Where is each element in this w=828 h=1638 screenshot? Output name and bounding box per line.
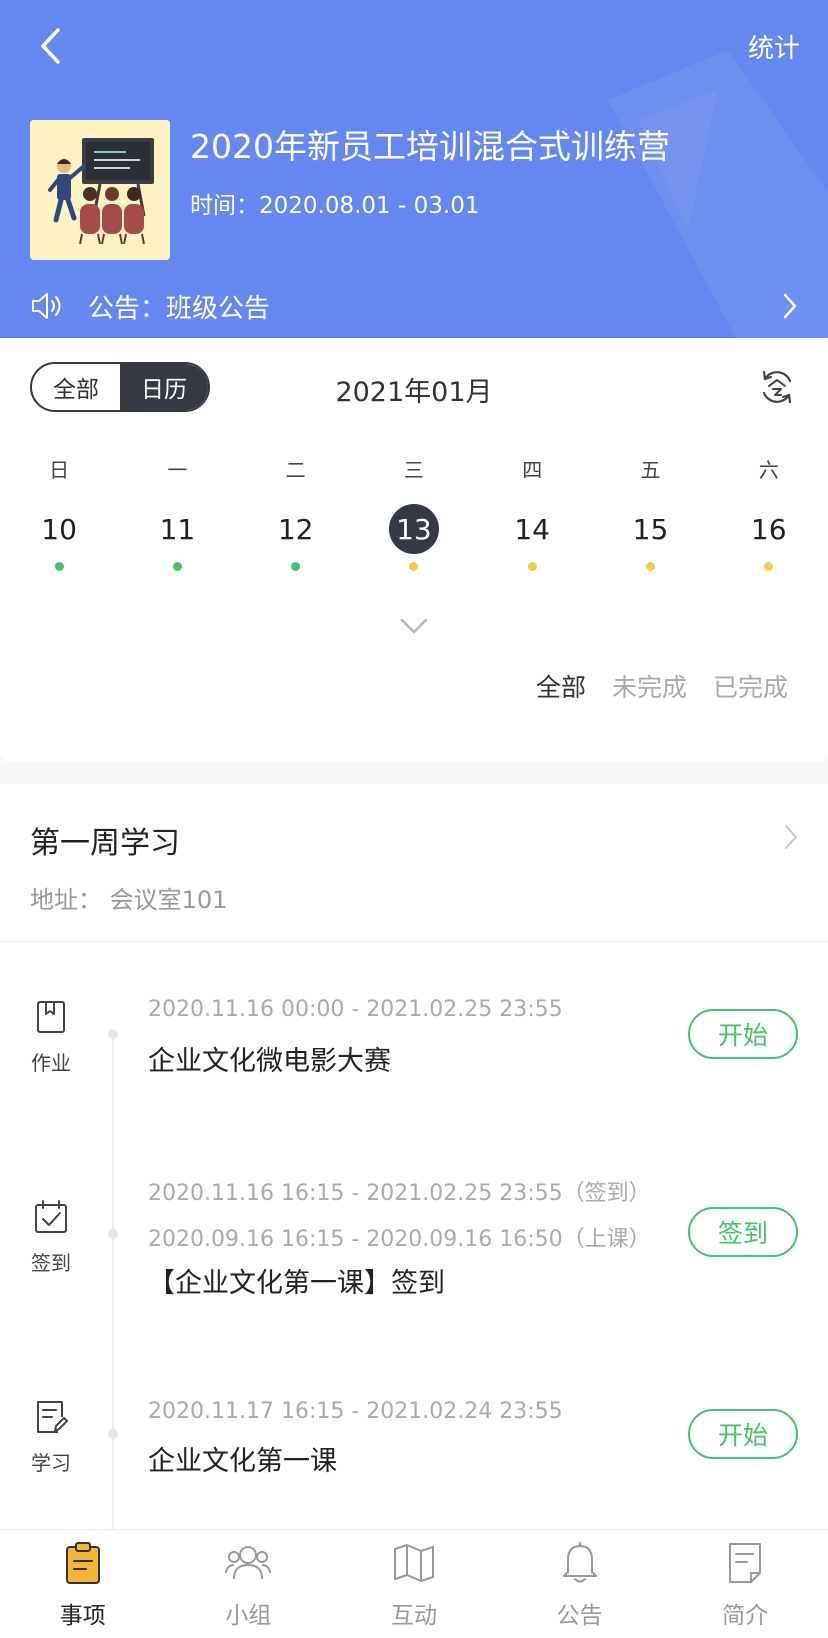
tab-intro[interactable]: 简介 xyxy=(662,1530,828,1638)
timeline-dot xyxy=(108,1229,118,1239)
task-time: 2020.11.16 16:15 - 2021.02.25 23:55（签到） xyxy=(148,1181,651,1206)
expand-calendar-button[interactable] xyxy=(397,614,431,638)
filter-all[interactable]: 全部 xyxy=(536,668,586,704)
date-cell[interactable]: 11 xyxy=(118,500,236,580)
course-cover-image xyxy=(30,120,170,260)
timeline-dot xyxy=(108,1029,118,1039)
date-cell-selected[interactable]: 13 xyxy=(355,500,473,580)
weekday-label: 五 xyxy=(640,458,661,482)
course-time: 时间：2020.08.01 - 03.01 xyxy=(190,193,480,219)
checkin-button[interactable]: 签到 xyxy=(688,1207,798,1257)
today-button[interactable] xyxy=(756,366,798,408)
chevron-right-icon xyxy=(785,825,797,849)
tab-interaction[interactable]: 互动 xyxy=(331,1530,497,1638)
status-filter: 全部 未完成 已完成 xyxy=(536,668,788,704)
chevron-left-icon xyxy=(41,28,60,64)
status-dot xyxy=(527,562,537,571)
course-header: 统计 2020年新员工培训混合式训练营 时间：2020.08.01 - 03.0… xyxy=(0,0,828,338)
bookmark-icon xyxy=(37,1001,65,1033)
task-timeline: 作业 2020.11.16 00:00 - 2021.02.25 23:55 企… xyxy=(0,943,828,1533)
tab-label: 小组 xyxy=(225,1603,272,1629)
map-icon xyxy=(391,1540,437,1586)
calendar-check-icon xyxy=(35,1200,67,1233)
tab-label: 互动 xyxy=(390,1603,437,1629)
task-time: 2020.11.16 00:00 - 2021.02.25 23:55 xyxy=(148,997,563,1022)
task-type-label: 学习 xyxy=(31,1451,71,1475)
weekday-header: 日 一 二 三 四 五 六 xyxy=(0,454,828,483)
weekday-label: 六 xyxy=(758,458,779,482)
weekday-label: 三 xyxy=(403,458,424,482)
status-dot xyxy=(54,562,64,571)
date-number: 12 xyxy=(277,512,314,546)
filter-incomplete[interactable]: 未完成 xyxy=(612,668,687,704)
date-cell[interactable]: 14 xyxy=(473,500,591,580)
weekday-label: 二 xyxy=(285,458,306,482)
date-cell[interactable]: 16 xyxy=(710,500,828,580)
tab-items[interactable]: 事项 xyxy=(0,1530,166,1638)
clipboard-icon xyxy=(60,1540,106,1586)
status-dot xyxy=(291,562,301,571)
status-dot xyxy=(764,562,774,571)
task-type: 学习 xyxy=(26,1399,76,1476)
status-dot xyxy=(409,562,419,571)
notice-bar[interactable]: 公告：班级公告 xyxy=(0,282,828,330)
date-number: 16 xyxy=(750,512,787,546)
date-row: 10 11 12 13 14 15 16 xyxy=(0,500,828,580)
date-cell[interactable]: 15 xyxy=(591,500,709,580)
task-time: 2020.11.17 16:15 - 2021.02.24 23:55 xyxy=(148,1399,563,1424)
section-divider xyxy=(0,762,828,784)
view-tab-all[interactable]: 全部 xyxy=(32,364,120,410)
weekday-label: 日 xyxy=(49,458,70,482)
task-name[interactable]: 【企业文化第一课】签到 xyxy=(148,1261,445,1300)
calendar-card: 全部 日历 2021年01月 日 一 二 三 四 五 六 10 11 12 13… xyxy=(0,338,828,762)
task-type-label: 签到 xyxy=(31,1251,71,1275)
tab-label: 事项 xyxy=(59,1603,106,1629)
task-type: 作业 xyxy=(26,999,76,1076)
timeline-dot xyxy=(108,1429,118,1439)
tab-label: 简介 xyxy=(722,1603,769,1629)
tab-group[interactable]: 小组 xyxy=(166,1530,332,1638)
date-cell[interactable]: 12 xyxy=(237,500,355,580)
stage-address: 地址： 会议室101 xyxy=(30,886,228,914)
timeline-line xyxy=(112,1033,114,1533)
stage-card[interactable]: 第一周学习 地址： 会议室101 xyxy=(0,784,828,942)
task-time: 2020.09.16 16:15 - 2020.09.16 16:50（上课） xyxy=(148,1227,651,1252)
tab-notice[interactable]: 公告 xyxy=(497,1530,663,1638)
bell-icon xyxy=(557,1540,603,1586)
date-number: 14 xyxy=(514,512,550,546)
group-icon xyxy=(225,1540,272,1586)
task-type-label: 作业 xyxy=(31,1051,71,1075)
document-edit-icon xyxy=(37,1401,68,1433)
date-number: 13 xyxy=(388,504,439,554)
tab-label: 公告 xyxy=(556,1603,603,1629)
task-name[interactable]: 企业文化第一课 xyxy=(148,1439,337,1478)
stage-title: 第一周学习 xyxy=(30,826,180,861)
start-button[interactable]: 开始 xyxy=(688,1409,798,1459)
stats-link[interactable]: 统计 xyxy=(748,28,800,65)
chevron-down-icon xyxy=(400,618,428,634)
chevron-right-icon xyxy=(783,293,797,319)
filter-complete[interactable]: 已完成 xyxy=(713,668,788,704)
date-number: 10 xyxy=(41,512,77,546)
speaker-icon xyxy=(30,289,64,323)
task-type: 签到 xyxy=(26,1199,76,1276)
date-number: 15 xyxy=(632,512,669,546)
today-icon xyxy=(762,370,792,404)
date-number: 11 xyxy=(159,512,196,546)
bottom-tab-bar: 事项 小组 互动 公告 简介 xyxy=(0,1529,828,1638)
notice-text: 公告：班级公告 xyxy=(88,293,271,324)
back-button[interactable] xyxy=(28,22,72,70)
weekday-label: 四 xyxy=(522,458,543,482)
document-icon xyxy=(722,1540,768,1586)
course-title: 2020年新员工培训混合式训练营 xyxy=(190,127,670,166)
status-dot xyxy=(645,562,655,571)
status-dot xyxy=(172,562,182,571)
view-tab-calendar[interactable]: 日历 xyxy=(120,364,208,410)
task-name[interactable]: 企业文化微电影大赛 xyxy=(148,1039,391,1078)
view-switch: 全部 日历 xyxy=(30,362,210,412)
weekday-label: 一 xyxy=(167,458,188,482)
start-button[interactable]: 开始 xyxy=(688,1009,798,1059)
date-cell[interactable]: 10 xyxy=(0,500,118,580)
